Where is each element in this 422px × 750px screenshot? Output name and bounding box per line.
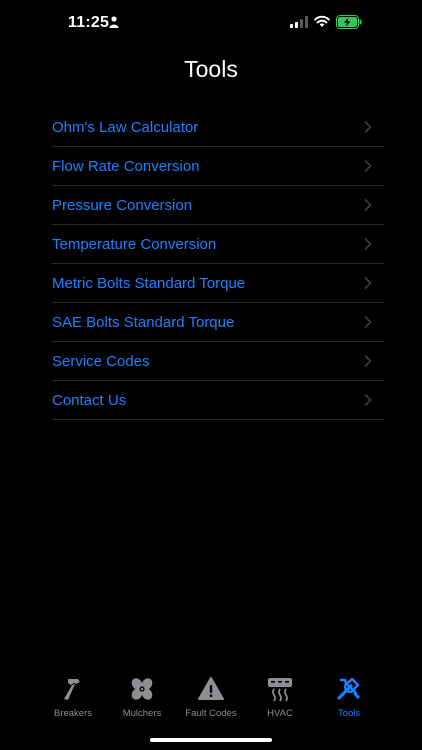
status-time: 11:25 — [68, 14, 110, 31]
list-item-temperature-conversion[interactable]: Temperature Conversion — [52, 225, 384, 264]
wrench-screwdriver-icon — [337, 677, 360, 700]
list-item-pressure-conversion[interactable]: Pressure Conversion — [52, 186, 384, 225]
list-item-ohms-law-calculator[interactable]: Ohm's Law Calculator — [52, 108, 384, 147]
list-item-label: Flow Rate Conversion — [52, 157, 200, 175]
list-item-label: Ohm's Law Calculator — [52, 118, 199, 136]
tab-tools[interactable]: Tools — [316, 676, 382, 726]
tab-breakers[interactable]: Breakers — [40, 676, 106, 726]
person-icon — [109, 16, 119, 28]
screen: 11:25 Tools Ohm's Law Calculator Flow Ra… — [0, 0, 422, 750]
list-item-label: Temperature Conversion — [52, 235, 217, 253]
cellular-signal-icon — [290, 16, 308, 28]
hammer-icon — [64, 679, 80, 700]
list-item-contact-us[interactable]: Contact Us — [52, 381, 384, 420]
list-item-sae-bolts-torque[interactable]: SAE Bolts Standard Torque — [52, 303, 384, 342]
chevron-right-icon — [364, 160, 372, 172]
tab-label: Breakers — [53, 708, 92, 719]
tab-label: Fault Codes — [185, 708, 237, 719]
page-title: Tools — [184, 56, 238, 82]
tab-hvac[interactable]: HVAC — [247, 676, 313, 726]
list-item-label: Contact Us — [52, 391, 127, 409]
chevron-right-icon — [364, 238, 372, 250]
list-item-label: Service Codes — [52, 352, 150, 370]
list-item-service-codes[interactable]: Service Codes — [52, 342, 384, 381]
tab-mulchers[interactable]: Mulchers — [109, 676, 175, 726]
list-item-label: Metric Bolts Standard Torque — [52, 274, 246, 292]
fan-icon — [131, 678, 153, 700]
list-item-flow-rate-conversion[interactable]: Flow Rate Conversion — [52, 147, 384, 186]
tab-label: Mulchers — [122, 708, 162, 719]
hvac-unit-icon — [268, 678, 292, 702]
tab-bar: Breakers Mulchers Fault Codes HVAC Tools — [40, 676, 382, 726]
tools-list: Ohm's Law Calculator Flow Rate Conversio… — [52, 108, 384, 420]
chevron-right-icon — [364, 394, 372, 406]
chevron-right-icon — [364, 199, 372, 211]
chevron-right-icon — [364, 277, 372, 289]
tab-fault-codes[interactable]: Fault Codes — [178, 676, 244, 726]
list-item-label: SAE Bolts Standard Torque — [52, 313, 235, 331]
status-bar: 11:25 — [0, 0, 422, 46]
chevron-right-icon — [364, 316, 372, 328]
list-item-label: Pressure Conversion — [52, 196, 193, 214]
battery-charging-icon — [336, 15, 362, 29]
list-item-metric-bolts-torque[interactable]: Metric Bolts Standard Torque — [52, 264, 384, 303]
tab-label: HVAC — [267, 708, 293, 719]
chevron-right-icon — [364, 121, 372, 133]
warning-triangle-icon — [198, 677, 224, 700]
tab-label: Tools — [337, 708, 361, 719]
home-indicator[interactable] — [150, 738, 272, 742]
chevron-right-icon — [364, 355, 372, 367]
wifi-icon — [314, 15, 330, 27]
